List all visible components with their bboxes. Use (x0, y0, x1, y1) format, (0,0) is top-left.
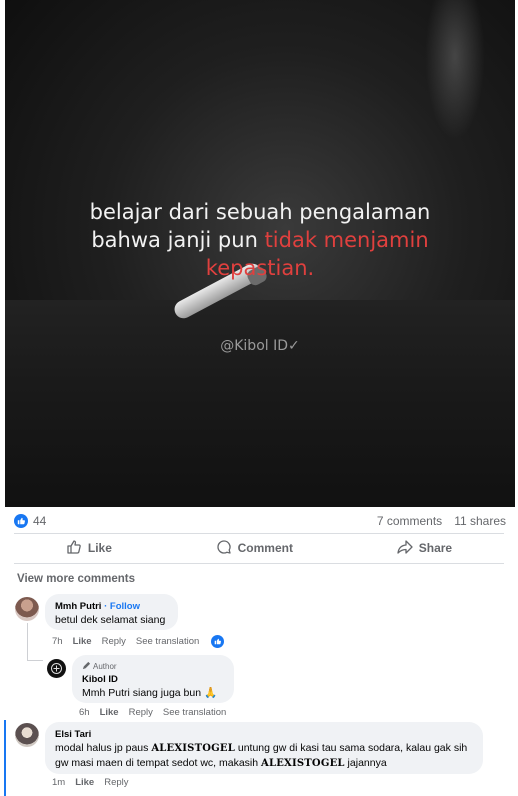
like-button[interactable]: Like (66, 539, 112, 558)
comment-like-reaction-icon[interactable] (211, 635, 224, 648)
comment-text-line-1: modal halus jp paus ALEXISTOGEL untung g… (55, 741, 472, 756)
view-more-comments-link[interactable]: View more comments (17, 573, 135, 585)
comment-button[interactable]: Comment (216, 539, 293, 558)
comment-bubble: Mmh Putri · Follow betul dek selamat sia… (45, 594, 178, 630)
comment-reply-link[interactable]: Reply (129, 707, 153, 718)
post-actions: Like Comment Share (14, 536, 504, 560)
see-translation-link[interactable]: See translation (163, 707, 226, 718)
quote-line-3: kepastian. (205, 256, 315, 280)
divider (14, 563, 504, 564)
divider (14, 533, 504, 534)
comment-time[interactable]: 6h (79, 707, 90, 718)
comment-time[interactable]: 7h (52, 636, 63, 647)
follow-link[interactable]: · Follow (101, 601, 140, 612)
see-translation-link[interactable]: See translation (136, 636, 199, 647)
quote-line-2: bahwa janji pun tidak menjamin (5, 226, 515, 254)
comment-author-name[interactable]: Mmh Putri (55, 601, 101, 612)
comment-author: Mmh Putri · Follow (55, 600, 167, 613)
highlight-bar (4, 720, 6, 796)
avatar[interactable] (15, 597, 39, 621)
post-stats: 44 7 comments 11 shares (14, 512, 506, 530)
comment-text: betul dek selamat siang (55, 614, 166, 626)
comment-label: Comment (237, 541, 293, 555)
image-floor (5, 300, 515, 507)
comment-text: Mmh Putri siang juga bun 🙏 (82, 686, 223, 700)
reaction-count[interactable]: 44 (33, 514, 46, 528)
comment-brand-text: ALEXISTOGEL (261, 758, 345, 769)
comment-like-link[interactable]: Like (73, 636, 92, 647)
share-arrow-icon (397, 539, 413, 558)
comment-text-part: jajannya (344, 757, 387, 769)
quote-line-1: belajar dari sebuah pengalaman (89, 200, 431, 224)
thread-line (27, 623, 28, 661)
shares-count[interactable]: 11 shares (454, 514, 506, 528)
comment-text-body: siang juga bun 🙏 (129, 687, 218, 699)
thumbs-up-icon (66, 539, 82, 558)
avatar[interactable] (15, 723, 39, 747)
share-button[interactable]: Share (397, 539, 452, 558)
comment-brand-text: ALEXISTOGEL (151, 743, 235, 754)
comment-reply-link[interactable]: Reply (102, 636, 126, 647)
comment-meta: 6h Like Reply See translation (79, 707, 226, 718)
comments-count[interactable]: 7 comments (377, 514, 442, 528)
post-quote: belajar dari sebuah pengalaman bahwa jan… (5, 198, 515, 282)
comment-like-link[interactable]: Like (75, 777, 94, 788)
like-reaction-icon[interactable] (14, 514, 28, 528)
image-watermark: @Kibol ID✓ (220, 338, 300, 354)
thread-line (27, 660, 43, 661)
comment-text-part: modal halus jp paus (55, 742, 152, 754)
image-smoke (425, 0, 485, 140)
comment-meta: 7h Like Reply See translation (52, 636, 199, 647)
comment-bubble: Author Kibol ID Mmh Putri siang juga bun… (72, 655, 234, 703)
like-label: Like (87, 541, 112, 555)
quote-line-2-white: bahwa janji pun (91, 228, 265, 252)
post-image[interactable]: belajar dari sebuah pengalaman bahwa jan… (5, 0, 515, 507)
pencil-icon (82, 661, 91, 673)
comment-author-name[interactable]: Kibol ID (82, 673, 223, 686)
comment-text-part: gw masi maen di tempat sedot wc, makasih (55, 757, 262, 769)
author-badge-label: Author (93, 662, 117, 671)
comment-bubble: Elsi Tari modal halus jp paus ALEXISTOGE… (45, 722, 483, 774)
avatar[interactable] (47, 659, 66, 678)
comment-reply-link[interactable]: Reply (104, 777, 128, 788)
comment-text-part: untung gw di kasi tau sama sodara, kalau… (234, 742, 468, 754)
comment-author-name[interactable]: Elsi Tari (55, 728, 472, 741)
comment-text-line-2: gw masi maen di tempat sedot wc, makasih… (55, 756, 472, 771)
comment-mention[interactable]: Mmh Putri (82, 687, 130, 699)
comment-meta: 1m Like Reply (52, 777, 129, 788)
share-label: Share (418, 541, 453, 555)
comment-like-link[interactable]: Like (100, 707, 119, 718)
comment-time[interactable]: 1m (52, 777, 65, 788)
quote-line-2-red: tidak menjamin (264, 228, 429, 252)
author-badge: Author (82, 661, 223, 673)
comment-bubble-icon (216, 539, 232, 558)
